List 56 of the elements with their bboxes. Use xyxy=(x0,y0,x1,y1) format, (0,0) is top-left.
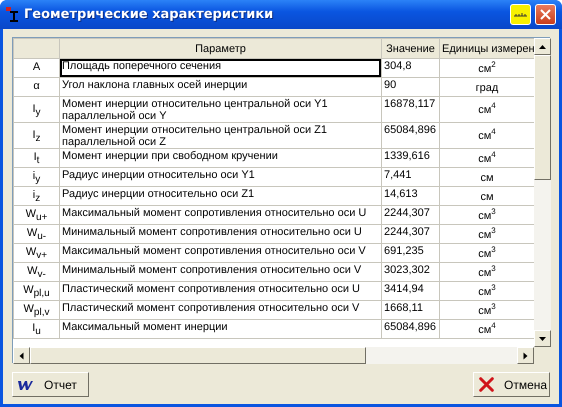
parameter-cell: Максимальный момент сопротивления относительно оси V xyxy=(60,244,382,262)
value-cell: 2244,307 xyxy=(382,224,440,244)
value-cell: 3023,302 xyxy=(382,262,440,282)
corner-header xyxy=(14,38,60,58)
left-arrow-icon xyxy=(20,352,24,359)
column-header[interactable]: Единицы измерен xyxy=(440,38,534,58)
letter-w-icon xyxy=(18,380,34,390)
value-cell: 65084,896 xyxy=(382,320,440,338)
report-button[interactable]: Отчет xyxy=(12,372,89,397)
ruler-icon xyxy=(514,12,527,17)
scroll-left-button[interactable] xyxy=(13,347,30,364)
value-cell: 304,8 xyxy=(382,58,440,78)
parameter-cell: Угол наклона главных осей инерции xyxy=(60,78,382,96)
close-icon xyxy=(540,9,551,20)
scroll-down-button[interactable] xyxy=(534,330,551,347)
scroll-right-button[interactable] xyxy=(517,347,534,364)
value-cell: 691,235 xyxy=(382,244,440,262)
value-cell: 3414,94 xyxy=(382,282,440,300)
parameter-cell: Максимальный момент инерции xyxy=(60,320,382,338)
app-icon xyxy=(6,6,20,22)
scroll-thumb[interactable] xyxy=(534,55,551,180)
cross-icon xyxy=(479,377,494,392)
parameter-cell: Площадь поперечного сечения xyxy=(60,58,382,78)
scroll-thumb[interactable] xyxy=(30,347,366,364)
parameter-cell: Момент инерции относительно центральной оси Z1 параллельной оси Z xyxy=(60,122,382,148)
parameter-cell: Минимальный момент сопротивления относительно оси V xyxy=(60,262,382,282)
value-cell: 1668,11 xyxy=(382,300,440,320)
window-title: Геометрические характеристики xyxy=(24,7,274,22)
symbol-cell: α xyxy=(14,78,60,96)
vertical-scrollbar[interactable] xyxy=(534,38,551,347)
right-arrow-icon xyxy=(524,352,528,359)
value-cell: 14,613 xyxy=(382,186,440,206)
parameter-cell: Пластический момент сопротивления относительно оси V xyxy=(60,300,382,320)
value-cell: 2244,307 xyxy=(382,206,440,224)
close-button[interactable] xyxy=(535,4,556,25)
ruler-button[interactable] xyxy=(510,4,531,25)
symbol-cell: A xyxy=(14,58,60,78)
value-cell: 1339,616 xyxy=(382,148,440,168)
value-cell: 16878,117 xyxy=(382,96,440,122)
down-arrow-icon xyxy=(539,336,546,340)
value-cell: 65084,896 xyxy=(382,122,440,148)
column-header[interactable]: Значение xyxy=(382,38,440,58)
horizontal-scrollbar[interactable] xyxy=(13,347,534,364)
value-cell: 90 xyxy=(382,78,440,96)
value-cell: 7,441 xyxy=(382,168,440,186)
parameter-cell: Момент инерции относительно центральной оси Y1 параллельной оси Y xyxy=(60,96,382,122)
parameter-cell: Минимальный момент сопротивления относительно оси U xyxy=(60,224,382,244)
parameter-cell: Пластический момент сопротивления относительно оси U xyxy=(60,282,382,300)
column-header[interactable]: Параметр xyxy=(60,38,382,58)
scroll-up-button[interactable] xyxy=(534,38,551,55)
up-arrow-icon xyxy=(539,44,546,48)
cancel-button[interactable]: Отмена xyxy=(473,372,550,397)
parameter-cell: Максимальный момент сопротивления относительно оси U xyxy=(60,206,382,224)
parameter-cell: Момент инерции при свободном кручении xyxy=(60,148,382,168)
parameter-cell: Радиус инерции относительно оси Y1 xyxy=(60,168,382,186)
parameter-cell: Радиус инерции относительно оси Z1 xyxy=(60,186,382,206)
